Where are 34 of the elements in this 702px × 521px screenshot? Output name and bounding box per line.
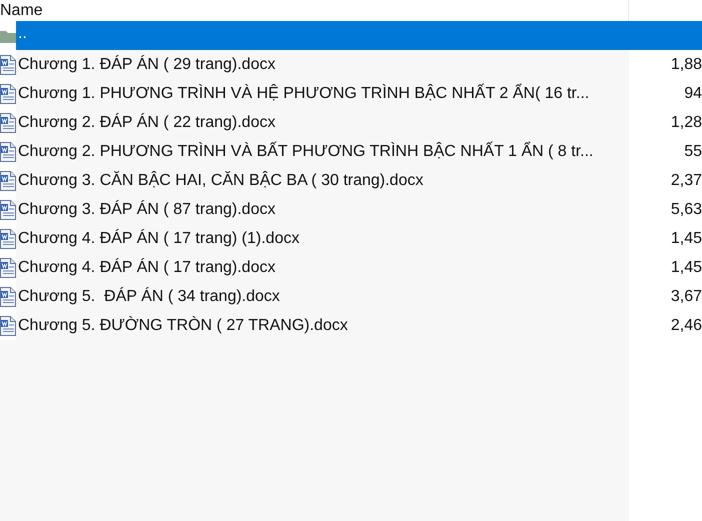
file-name: Chương 2. ĐÁP ÁN ( 22 trang).docx (17, 112, 276, 132)
file-row[interactable]: Chương 1. ĐÁP ÁN ( 29 trang).docx 1,88 (16, 50, 702, 79)
file-name: Chương 3. ĐÁP ÁN ( 87 trang).docx (17, 199, 276, 220)
file-row[interactable]: Chương 1. PHƯƠNG TRÌNH VÀ HỆ PHƯƠNG TRÌNH BẬC NHẤT 2 ẨN( 16 tr... 94 (16, 79, 702, 108)
file-name: Chương 3. CĂN BẬC HAI, CĂN BẬC BA ( 30 trang).docx (17, 170, 424, 190)
file-name: Chương 5. ĐƯỜNG TRÒN ( 27 TRANG).docx (17, 315, 349, 336)
file-name: Chương 1. ĐÁP ÁN ( 29 trang).docx (17, 54, 276, 74)
file-size: 2,37 (629, 166, 702, 195)
file-size: 2,46 (629, 311, 702, 340)
file-row[interactable]: Chương 2. PHƯƠNG TRÌNH VÀ BẤT PHƯƠNG TRÌNH BẬC NHẤT 1 ẨN ( 8 tr... 55 (16, 137, 702, 166)
file-size: 1,88 (629, 50, 702, 79)
file-row[interactable]: Chương 5. ĐƯỜNG TRÒN ( 27 TRANG).docx 2,46 (16, 311, 702, 340)
file-size: 5,63 (629, 195, 702, 224)
file-name: Chương 1. PHƯƠNG TRÌNH VÀ HỆ PHƯƠNG TRÌNH BẬC NHẤT 2 ẨN( 16 tr... (17, 82, 590, 104)
file-name: Chương 4. ĐÁP ÁN ( 17 trang).docx (17, 257, 276, 278)
file-size: 94 (629, 79, 702, 108)
column-header[interactable]: Name (0, 2, 43, 18)
file-size: 1,45 (629, 253, 702, 282)
file-row[interactable]: Chương 5. ĐÁP ÁN ( 34 trang).docx 3,67 (16, 282, 702, 311)
file-name: Chương 2. PHƯƠNG TRÌNH VÀ BẤT PHƯƠNG TRÌNH BẬC NHẤT 1 ẨN ( 8 tr... (17, 140, 594, 162)
file-row[interactable]: Chương 4. ĐÁP ÁN ( 17 trang) (1).docx 1,45 (16, 224, 702, 253)
file-name: Chương 5. ĐÁP ÁN ( 34 trang).docx (17, 286, 281, 306)
file-size: 3,67 (629, 282, 702, 311)
file-row[interactable]: Chương 4. ĐÁP ÁN ( 17 trang).docx 1,45 (16, 253, 702, 282)
file-row[interactable]: .. (16, 21, 702, 50)
file-name: Chương 4. ĐÁP ÁN ( 17 trang) (1).docx (17, 228, 300, 248)
file-size: 1,45 (629, 224, 702, 253)
file-row[interactable]: Chương 2. ĐÁP ÁN ( 22 trang).docx 1,28 (16, 108, 702, 137)
file-name: .. (17, 24, 28, 44)
file-size: 55 (629, 137, 702, 166)
file-size: 1,28 (629, 108, 702, 137)
file-row[interactable]: Chương 3. ĐÁP ÁN ( 87 trang).docx 5,63 (16, 195, 702, 224)
folder-icon (0, 28, 16, 42)
file-row[interactable]: Chương 3. CĂN BẬC HAI, CĂN BẬC BA ( 30 trang).docx 2,37 (16, 166, 702, 195)
